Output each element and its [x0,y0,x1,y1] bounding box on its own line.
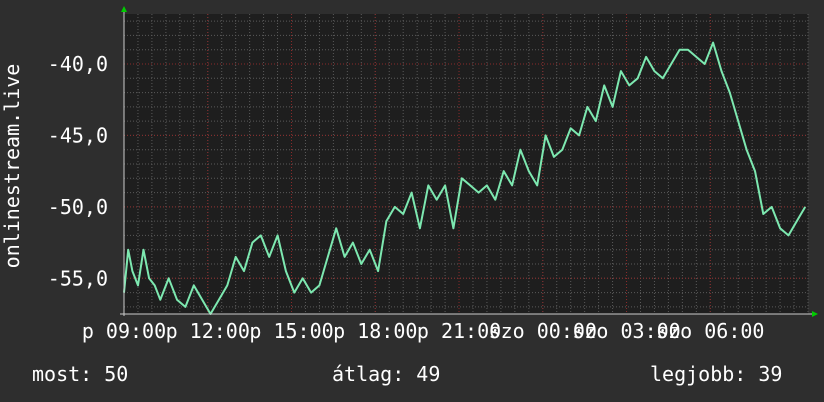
x-tick-label: p 15:00 [249,319,333,343]
chart: -40,0 -45,0 -50,0 -55,0 p 09:00 p 12:00 p 15:0… [48,6,818,343]
stat-current: most: 50 [32,362,129,386]
stat-average: átlag: 49 [332,362,441,386]
y-tick-label: -55,0 [48,266,108,290]
x-tick-label: p 18:00 [333,319,417,343]
x-tick-label: p 09:00 [82,319,166,343]
y-axis-arrow-icon [121,6,127,12]
y-tick-label: -45,0 [48,123,108,147]
y-tick-label: -50,0 [48,195,108,219]
stat-best: legjobb: 39 [650,362,783,386]
y-tick-label: -40,0 [48,52,108,76]
x-tick-label: p 12:00 [166,319,250,343]
x-axis-arrow-icon [812,311,818,317]
y-axis-label: onlinestream.live [0,63,24,269]
x-tick-label: szo 06:00 [656,319,764,343]
